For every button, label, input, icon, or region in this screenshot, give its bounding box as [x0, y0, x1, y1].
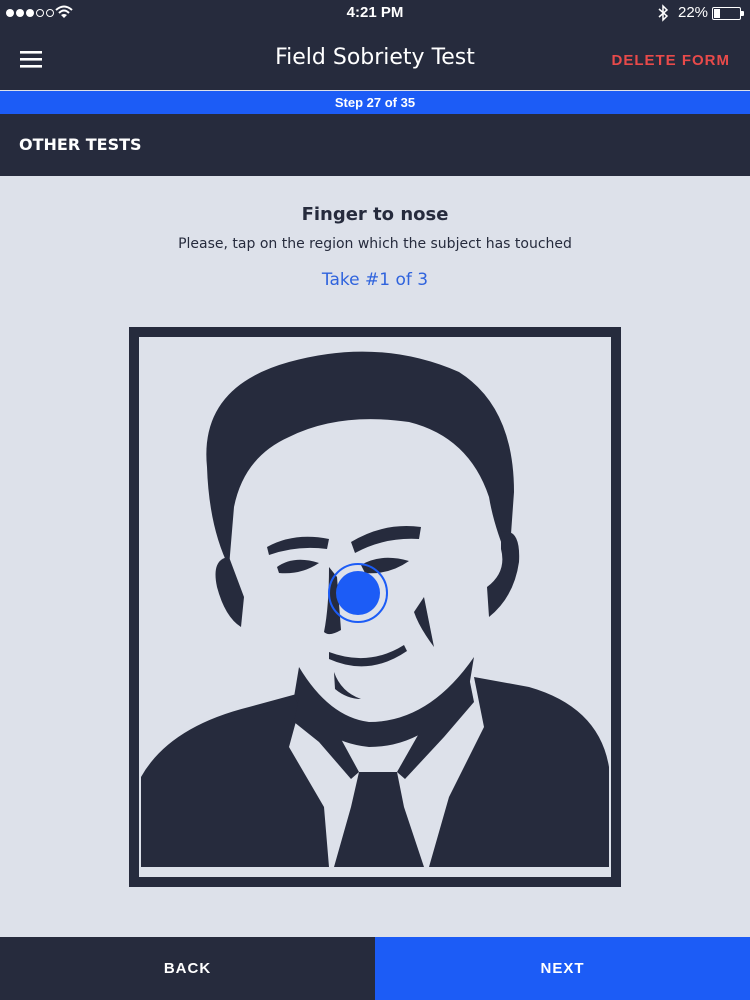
- test-title: Finger to nose: [301, 204, 449, 225]
- bluetooth-icon: [658, 4, 669, 22]
- tap-marker: [328, 563, 388, 623]
- nav-bar: Field Sobriety Test DELETE FORM: [0, 27, 750, 90]
- take-counter: Take #1 of 3: [321, 270, 429, 290]
- step-indicator: Step 27 of 35: [0, 91, 750, 114]
- battery-icon: [712, 7, 744, 20]
- test-instruction: Please, tap on the region which the subj…: [178, 236, 572, 252]
- battery-fill: [714, 9, 720, 18]
- next-button[interactable]: NEXT: [375, 937, 750, 1000]
- bottom-bar: BACK NEXT: [0, 937, 750, 1000]
- battery-percent: 22%: [678, 4, 709, 21]
- back-button[interactable]: BACK: [0, 937, 375, 1000]
- status-bar: 4:21 PM 22%: [0, 0, 750, 27]
- section-title: OTHER TESTS: [0, 114, 750, 176]
- delete-form-button[interactable]: DELETE FORM: [612, 52, 731, 69]
- face-illustration-tap-area[interactable]: [129, 327, 621, 887]
- status-time: 4:21 PM: [346, 4, 404, 21]
